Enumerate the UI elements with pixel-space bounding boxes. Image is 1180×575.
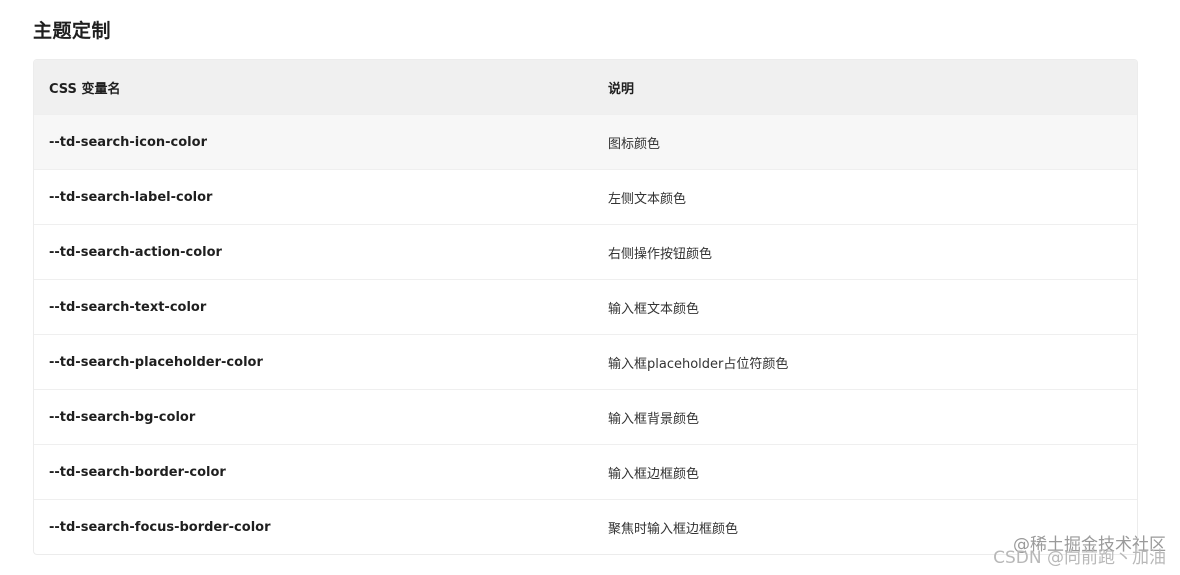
column-header-variable: CSS 变量名 [49,81,121,97]
section-title: 主题定制 [33,20,112,42]
watermark-csdn: CSDN @向前跑丶加油 [993,548,1166,568]
variable-name: --td-search-bg-color [49,409,196,425]
variable-name: --td-search-focus-border-color [49,519,271,535]
table-row: --td-search-border-color 输入框边框颜色 [34,444,1137,499]
variable-description: 输入框边框颜色 [608,466,700,482]
variable-name: --td-search-label-color [49,189,213,205]
table-row: --td-search-placeholder-color 输入框placeho… [34,334,1137,389]
table-header-row: CSS 变量名 说明 [34,60,1137,114]
table-row: --td-search-label-color 左侧文本颜色 [34,169,1137,224]
variable-description: 输入框placeholder占位符颜色 [608,356,789,372]
variable-description: 左侧文本颜色 [608,191,687,207]
variable-description: 聚焦时输入框边框颜色 [608,521,739,537]
table-row: --td-search-icon-color 图标颜色 [34,114,1137,169]
watermark: @稀土掘金技术社区 CSDN @向前跑丶加油 [993,537,1166,567]
page: 主题定制 CSS 变量名 说明 --td-search-icon-color 图… [0,0,1180,575]
column-header-description: 说明 [608,81,635,97]
variable-name: --td-search-action-color [49,244,222,260]
css-variables-table: CSS 变量名 说明 --td-search-icon-color 图标颜色 -… [33,59,1138,555]
variable-description: 输入框文本颜色 [608,301,700,317]
variable-description: 输入框背景颜色 [608,411,700,427]
table-row: --td-search-focus-border-color 聚焦时输入框边框颜… [34,499,1137,554]
table-row: --td-search-bg-color 输入框背景颜色 [34,389,1137,444]
variable-name: --td-search-text-color [49,299,207,315]
table-row: --td-search-action-color 右侧操作按钮颜色 [34,224,1137,279]
variable-name: --td-search-placeholder-color [49,354,263,370]
variable-description: 图标颜色 [608,136,661,152]
table-row: --td-search-text-color 输入框文本颜色 [34,279,1137,334]
variable-name: --td-search-icon-color [49,134,207,150]
variable-name: --td-search-border-color [49,464,226,480]
variable-description: 右侧操作按钮颜色 [608,246,713,262]
